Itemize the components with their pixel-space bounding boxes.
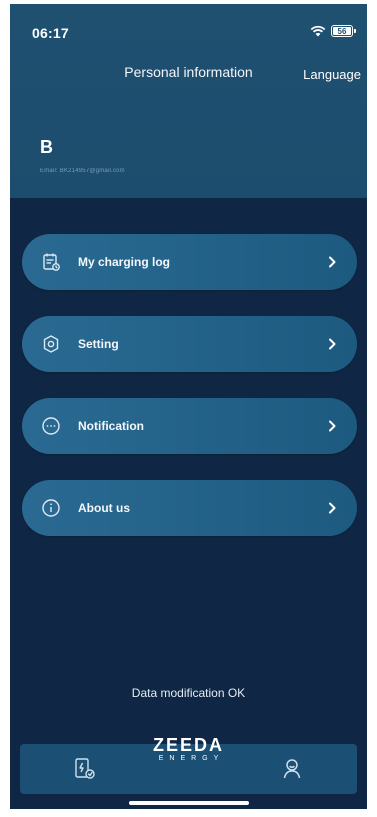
status-icons: 56 [310, 25, 356, 37]
menu-item-label: Setting [78, 337, 119, 351]
profile-email: Email: BK214957@gmail.com [40, 168, 125, 174]
language-button[interactable]: Language [303, 67, 361, 82]
chevron-right-icon [325, 255, 339, 269]
chevron-right-icon [325, 501, 339, 515]
message-icon [40, 415, 62, 437]
header: 06:17 56 Personal information Language B… [10, 4, 367, 198]
menu-item-about-us[interactable]: About us [22, 480, 357, 536]
wifi-icon [310, 25, 326, 37]
menu-item-setting[interactable]: Setting [22, 316, 357, 372]
menu-item-label: About us [78, 501, 130, 515]
gear-icon [40, 333, 62, 355]
status-bar: 06:17 56 [10, 4, 367, 46]
menu-item-notification[interactable]: Notification [22, 398, 357, 454]
battery-icon: 56 [331, 25, 356, 37]
brand-logo: ZEEDA ENERGY [10, 736, 367, 762]
menu-item-label: My charging log [78, 255, 171, 269]
info-icon [40, 497, 62, 519]
profile-name: B [40, 137, 53, 157]
status-time: 06:17 [32, 25, 69, 41]
chevron-right-icon [325, 337, 339, 351]
brand-name: ZEEDA [152, 735, 224, 755]
chevron-right-icon [325, 419, 339, 433]
brand-tagline: ENERGY [158, 755, 225, 762]
menu-item-label: Notification [78, 419, 144, 433]
profile-screen: 06:17 56 Personal information Language B… [10, 4, 367, 809]
home-indicator [128, 801, 249, 805]
calendar-log-icon [40, 251, 62, 273]
menu-list: My charging log Setting Notification Abo… [22, 234, 357, 562]
toast-message: Data modification OK [131, 686, 246, 700]
menu-item-charging-log[interactable]: My charging log [22, 234, 357, 290]
